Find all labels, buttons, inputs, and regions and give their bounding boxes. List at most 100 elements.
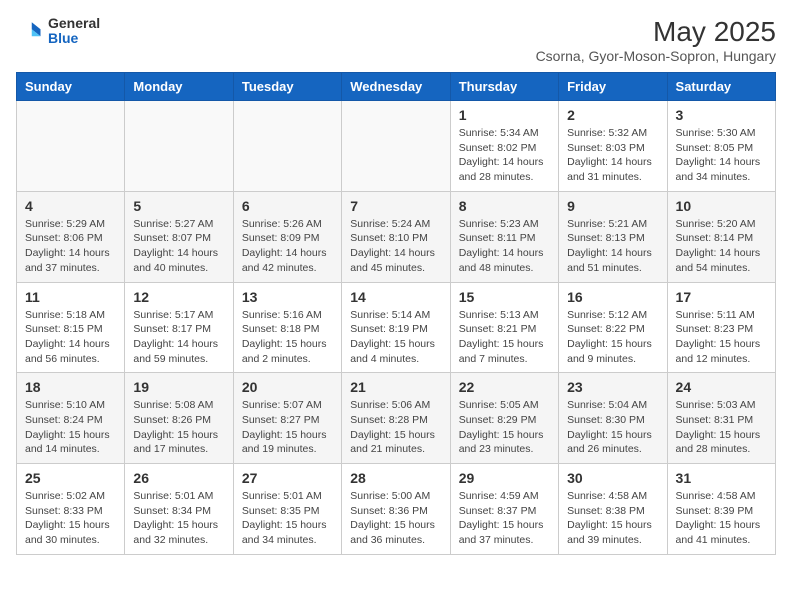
day-number: 2	[567, 107, 658, 123]
day-info: Sunrise: 5:17 AMSunset: 8:17 PMDaylight:…	[133, 308, 224, 367]
calendar-subtitle: Csorna, Gyor-Moson-Sopron, Hungary	[536, 48, 776, 64]
day-info: Sunrise: 5:20 AMSunset: 8:14 PMDaylight:…	[676, 217, 767, 276]
day-info: Sunrise: 5:18 AMSunset: 8:15 PMDaylight:…	[25, 308, 116, 367]
logo-line1: General	[48, 16, 100, 31]
day-info: Sunrise: 5:24 AMSunset: 8:10 PMDaylight:…	[350, 217, 441, 276]
day-info: Sunrise: 5:03 AMSunset: 8:31 PMDaylight:…	[676, 398, 767, 457]
day-number: 19	[133, 379, 224, 395]
day-info: Sunrise: 5:16 AMSunset: 8:18 PMDaylight:…	[242, 308, 333, 367]
day-number: 3	[676, 107, 767, 123]
day-number: 25	[25, 470, 116, 486]
day-number: 31	[676, 470, 767, 486]
calendar-cell: 2 Sunrise: 5:32 AMSunset: 8:03 PMDaylight…	[559, 101, 667, 192]
calendar-cell: 11 Sunrise: 5:18 AMSunset: 8:15 PMDayligh…	[17, 282, 125, 373]
day-number: 26	[133, 470, 224, 486]
day-info: Sunrise: 5:12 AMSunset: 8:22 PMDaylight:…	[567, 308, 658, 367]
calendar-cell	[342, 101, 450, 192]
day-info: Sunrise: 5:05 AMSunset: 8:29 PMDaylight:…	[459, 398, 550, 457]
calendar-cell: 6 Sunrise: 5:26 AMSunset: 8:09 PMDaylight…	[233, 191, 341, 282]
day-info: Sunrise: 5:02 AMSunset: 8:33 PMDaylight:…	[25, 489, 116, 548]
day-info: Sunrise: 5:07 AMSunset: 8:27 PMDaylight:…	[242, 398, 333, 457]
day-info: Sunrise: 4:58 AMSunset: 8:39 PMDaylight:…	[676, 489, 767, 548]
week-row-1: 1 Sunrise: 5:34 AMSunset: 8:02 PMDaylight…	[17, 101, 776, 192]
day-info: Sunrise: 5:21 AMSunset: 8:13 PMDaylight:…	[567, 217, 658, 276]
day-number: 8	[459, 198, 550, 214]
day-info: Sunrise: 5:01 AMSunset: 8:34 PMDaylight:…	[133, 489, 224, 548]
day-number: 22	[459, 379, 550, 395]
weekday-header-thursday: Thursday	[450, 73, 558, 101]
day-info: Sunrise: 5:10 AMSunset: 8:24 PMDaylight:…	[25, 398, 116, 457]
calendar-cell: 8 Sunrise: 5:23 AMSunset: 8:11 PMDaylight…	[450, 191, 558, 282]
calendar-table: SundayMondayTuesdayWednesdayThursdayFrid…	[16, 72, 776, 555]
calendar-cell: 25 Sunrise: 5:02 AMSunset: 8:33 PMDayligh…	[17, 464, 125, 555]
calendar-body: 1 Sunrise: 5:34 AMSunset: 8:02 PMDaylight…	[17, 101, 776, 555]
logo-text: General Blue	[48, 16, 100, 47]
day-number: 27	[242, 470, 333, 486]
day-info: Sunrise: 5:27 AMSunset: 8:07 PMDaylight:…	[133, 217, 224, 276]
day-number: 6	[242, 198, 333, 214]
calendar-cell: 24 Sunrise: 5:03 AMSunset: 8:31 PMDayligh…	[667, 373, 775, 464]
calendar-cell: 16Sunrise: 5:12 AMSunset: 8:22 PMDayligh…	[559, 282, 667, 373]
calendar-cell: 30Sunrise: 4:58 AMSunset: 8:38 PMDayligh…	[559, 464, 667, 555]
calendar-cell: 15 Sunrise: 5:13 AMSunset: 8:21 PMDayligh…	[450, 282, 558, 373]
day-info: Sunrise: 4:58 AMSunset: 8:38 PMDaylight:…	[567, 489, 658, 548]
day-number: 4	[25, 198, 116, 214]
day-number: 15	[459, 289, 550, 305]
weekday-header-friday: Friday	[559, 73, 667, 101]
calendar-cell: 10 Sunrise: 5:20 AMSunset: 8:14 PMDayligh…	[667, 191, 775, 282]
page-header: General Blue May 2025 Csorna, Gyor-Moson…	[16, 16, 776, 64]
day-info: Sunrise: 5:23 AMSunset: 8:11 PMDaylight:…	[459, 217, 550, 276]
calendar-cell: 27 Sunrise: 5:01 AMSunset: 8:35 PMDayligh…	[233, 464, 341, 555]
day-info: Sunrise: 5:26 AMSunset: 8:09 PMDaylight:…	[242, 217, 333, 276]
calendar-cell	[125, 101, 233, 192]
day-info: Sunrise: 5:34 AMSunset: 8:02 PMDaylight:…	[459, 126, 550, 185]
calendar-cell: 13 Sunrise: 5:16 AMSunset: 8:18 PMDayligh…	[233, 282, 341, 373]
calendar-cell: 4 Sunrise: 5:29 AMSunset: 8:06 PMDaylight…	[17, 191, 125, 282]
calendar-cell: 5 Sunrise: 5:27 AMSunset: 8:07 PMDaylight…	[125, 191, 233, 282]
day-number: 29	[459, 470, 550, 486]
day-info: Sunrise: 5:01 AMSunset: 8:35 PMDaylight:…	[242, 489, 333, 548]
day-number: 13	[242, 289, 333, 305]
day-number: 23	[567, 379, 658, 395]
day-number: 17	[676, 289, 767, 305]
day-number: 12	[133, 289, 224, 305]
calendar-cell: 29 Sunrise: 4:59 AMSunset: 8:37 PMDayligh…	[450, 464, 558, 555]
logo: General Blue	[16, 16, 100, 47]
day-number: 5	[133, 198, 224, 214]
calendar-cell: 31 Sunrise: 4:58 AMSunset: 8:39 PMDayligh…	[667, 464, 775, 555]
weekday-header-sunday: Sunday	[17, 73, 125, 101]
calendar-cell	[17, 101, 125, 192]
calendar-cell: 22 Sunrise: 5:05 AMSunset: 8:29 PMDayligh…	[450, 373, 558, 464]
day-number: 1	[459, 107, 550, 123]
day-number: 9	[567, 198, 658, 214]
calendar-cell: 26 Sunrise: 5:01 AMSunset: 8:34 PMDayligh…	[125, 464, 233, 555]
day-info: Sunrise: 5:00 AMSunset: 8:36 PMDaylight:…	[350, 489, 441, 548]
week-row-3: 11 Sunrise: 5:18 AMSunset: 8:15 PMDayligh…	[17, 282, 776, 373]
day-number: 11	[25, 289, 116, 305]
day-info: Sunrise: 5:11 AMSunset: 8:23 PMDaylight:…	[676, 308, 767, 367]
calendar-cell: 28 Sunrise: 5:00 AMSunset: 8:36 PMDayligh…	[342, 464, 450, 555]
calendar-title: May 2025	[536, 16, 776, 48]
weekday-header-monday: Monday	[125, 73, 233, 101]
week-row-2: 4 Sunrise: 5:29 AMSunset: 8:06 PMDaylight…	[17, 191, 776, 282]
weekday-header-saturday: Saturday	[667, 73, 775, 101]
day-info: Sunrise: 4:59 AMSunset: 8:37 PMDaylight:…	[459, 489, 550, 548]
day-info: Sunrise: 5:29 AMSunset: 8:06 PMDaylight:…	[25, 217, 116, 276]
calendar-cell: 18Sunrise: 5:10 AMSunset: 8:24 PMDayligh…	[17, 373, 125, 464]
day-info: Sunrise: 5:30 AMSunset: 8:05 PMDaylight:…	[676, 126, 767, 185]
logo-line2: Blue	[48, 31, 100, 46]
day-info: Sunrise: 5:06 AMSunset: 8:28 PMDaylight:…	[350, 398, 441, 457]
day-number: 28	[350, 470, 441, 486]
weekday-header-wednesday: Wednesday	[342, 73, 450, 101]
calendar-cell: 12 Sunrise: 5:17 AMSunset: 8:17 PMDayligh…	[125, 282, 233, 373]
calendar-cell: 14Sunrise: 5:14 AMSunset: 8:19 PMDayligh…	[342, 282, 450, 373]
calendar-cell: 20Sunrise: 5:07 AMSunset: 8:27 PMDayligh…	[233, 373, 341, 464]
day-number: 24	[676, 379, 767, 395]
calendar-cell: 19Sunrise: 5:08 AMSunset: 8:26 PMDayligh…	[125, 373, 233, 464]
day-info: Sunrise: 5:32 AMSunset: 8:03 PMDaylight:…	[567, 126, 658, 185]
calendar-cell: 7Sunrise: 5:24 AMSunset: 8:10 PMDaylight…	[342, 191, 450, 282]
day-number: 14	[350, 289, 441, 305]
day-number: 10	[676, 198, 767, 214]
day-info: Sunrise: 5:04 AMSunset: 8:30 PMDaylight:…	[567, 398, 658, 457]
day-info: Sunrise: 5:13 AMSunset: 8:21 PMDaylight:…	[459, 308, 550, 367]
